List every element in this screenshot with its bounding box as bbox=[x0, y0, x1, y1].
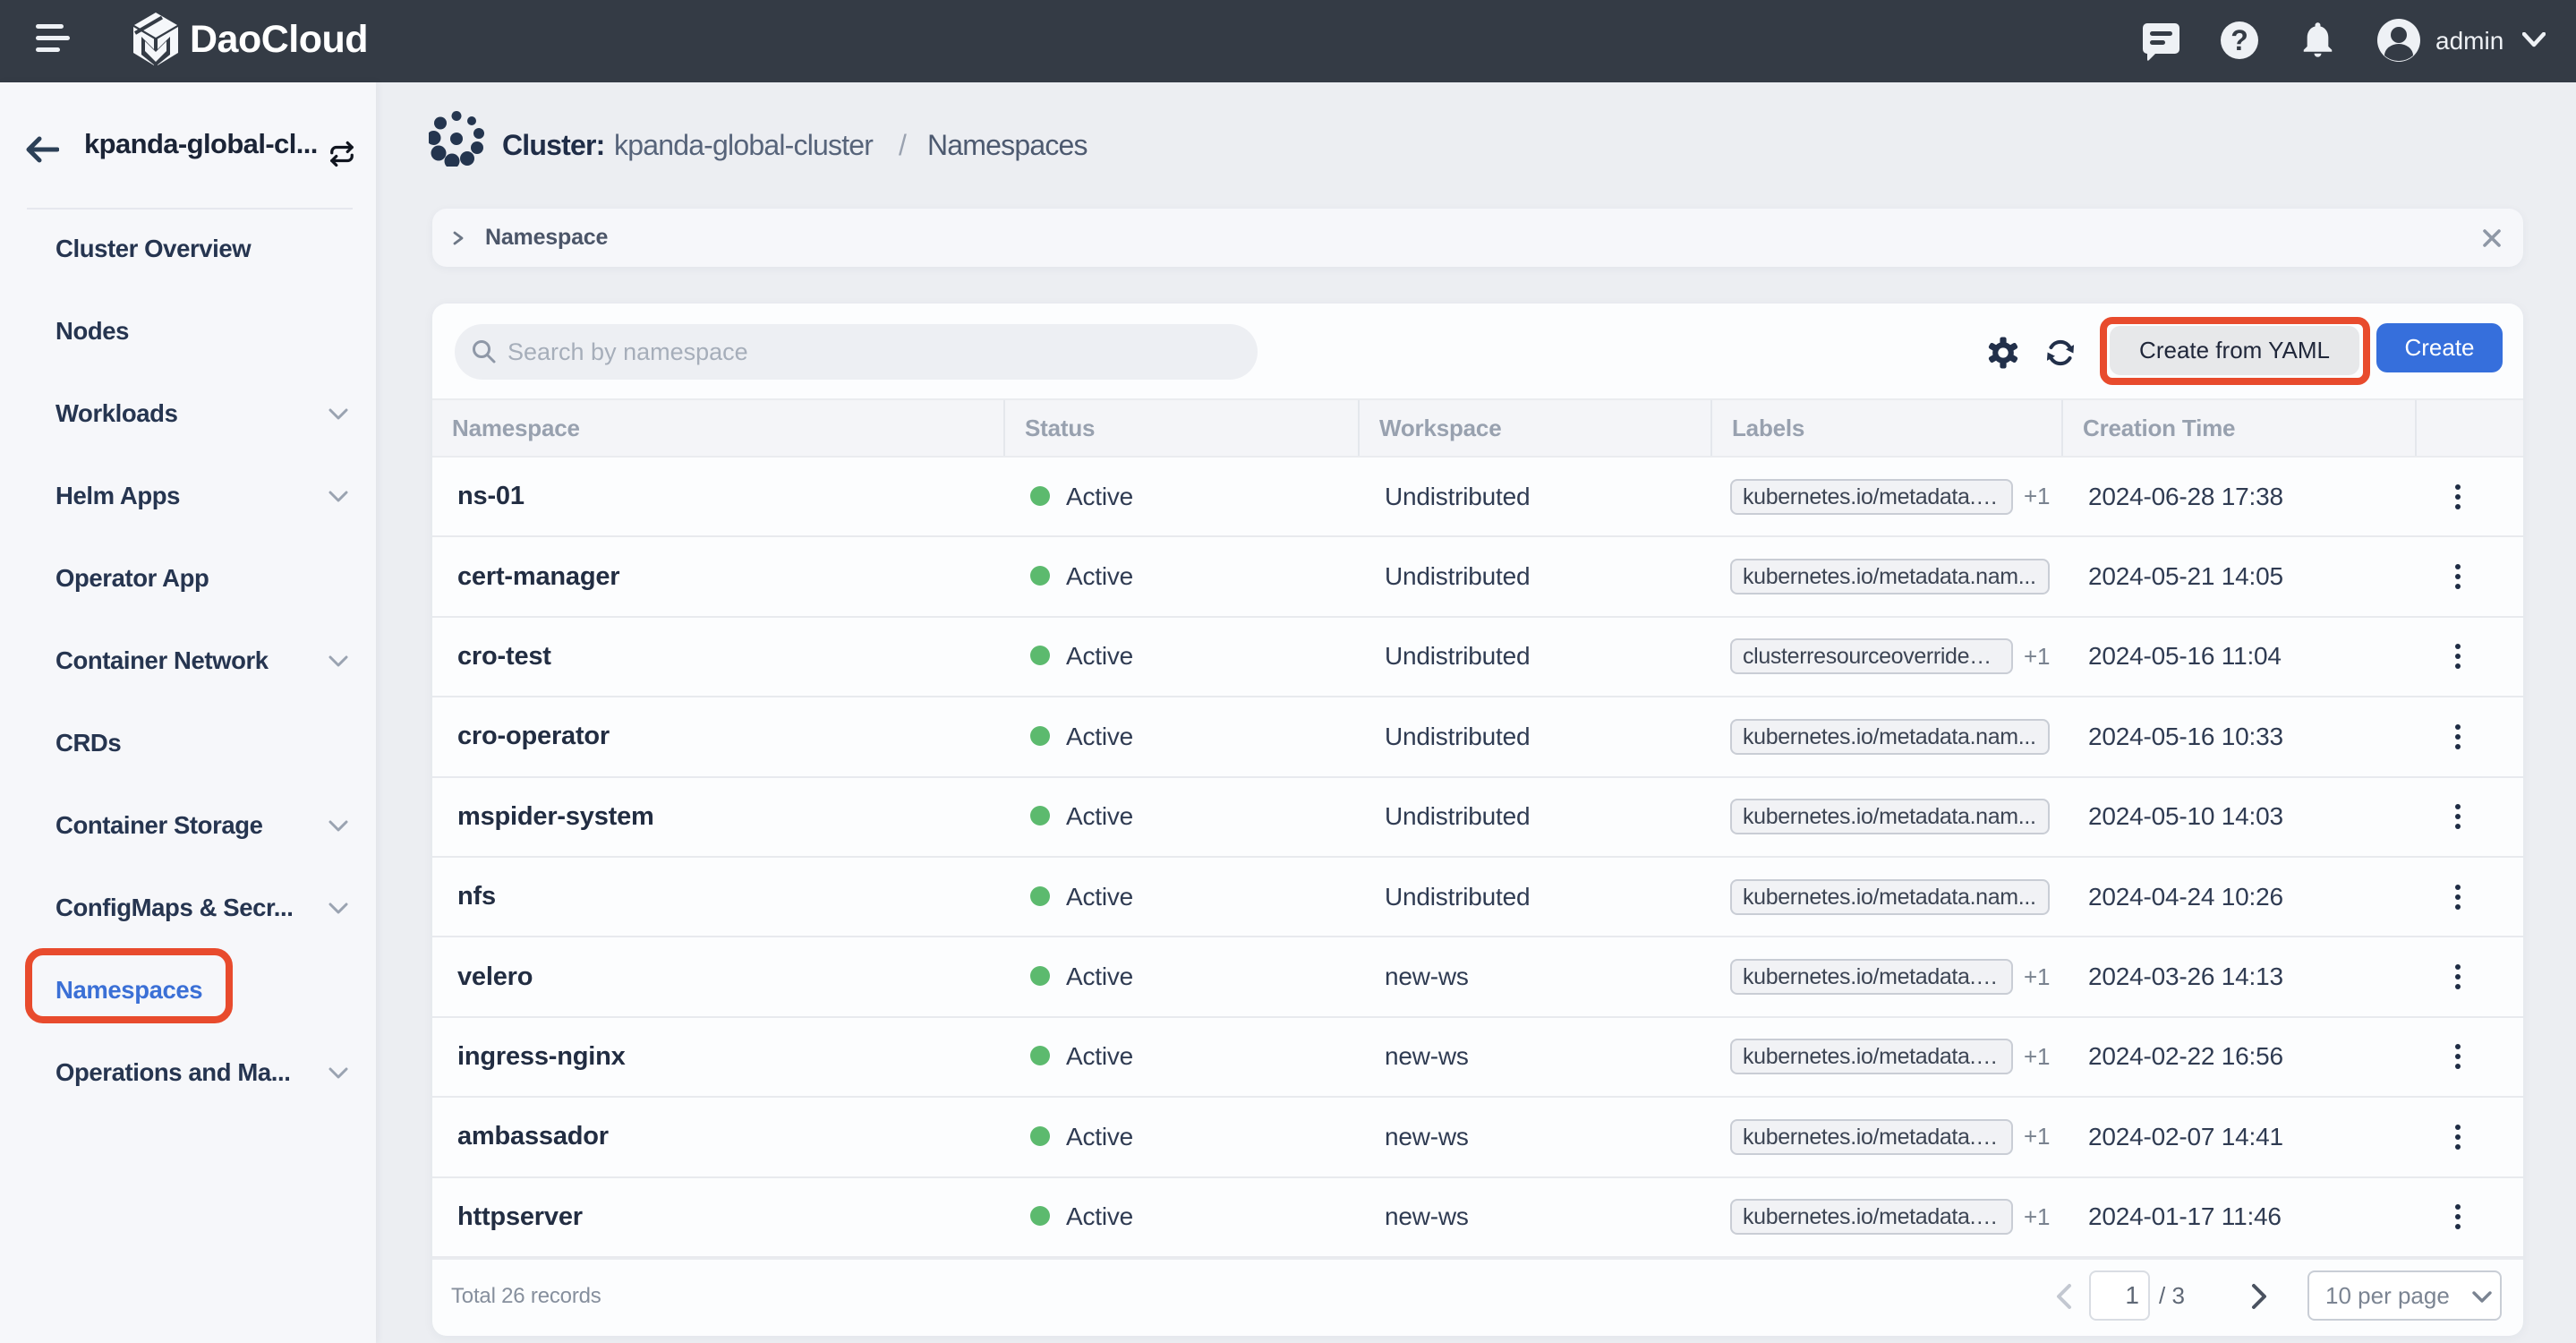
svg-text:?: ? bbox=[2231, 24, 2248, 56]
